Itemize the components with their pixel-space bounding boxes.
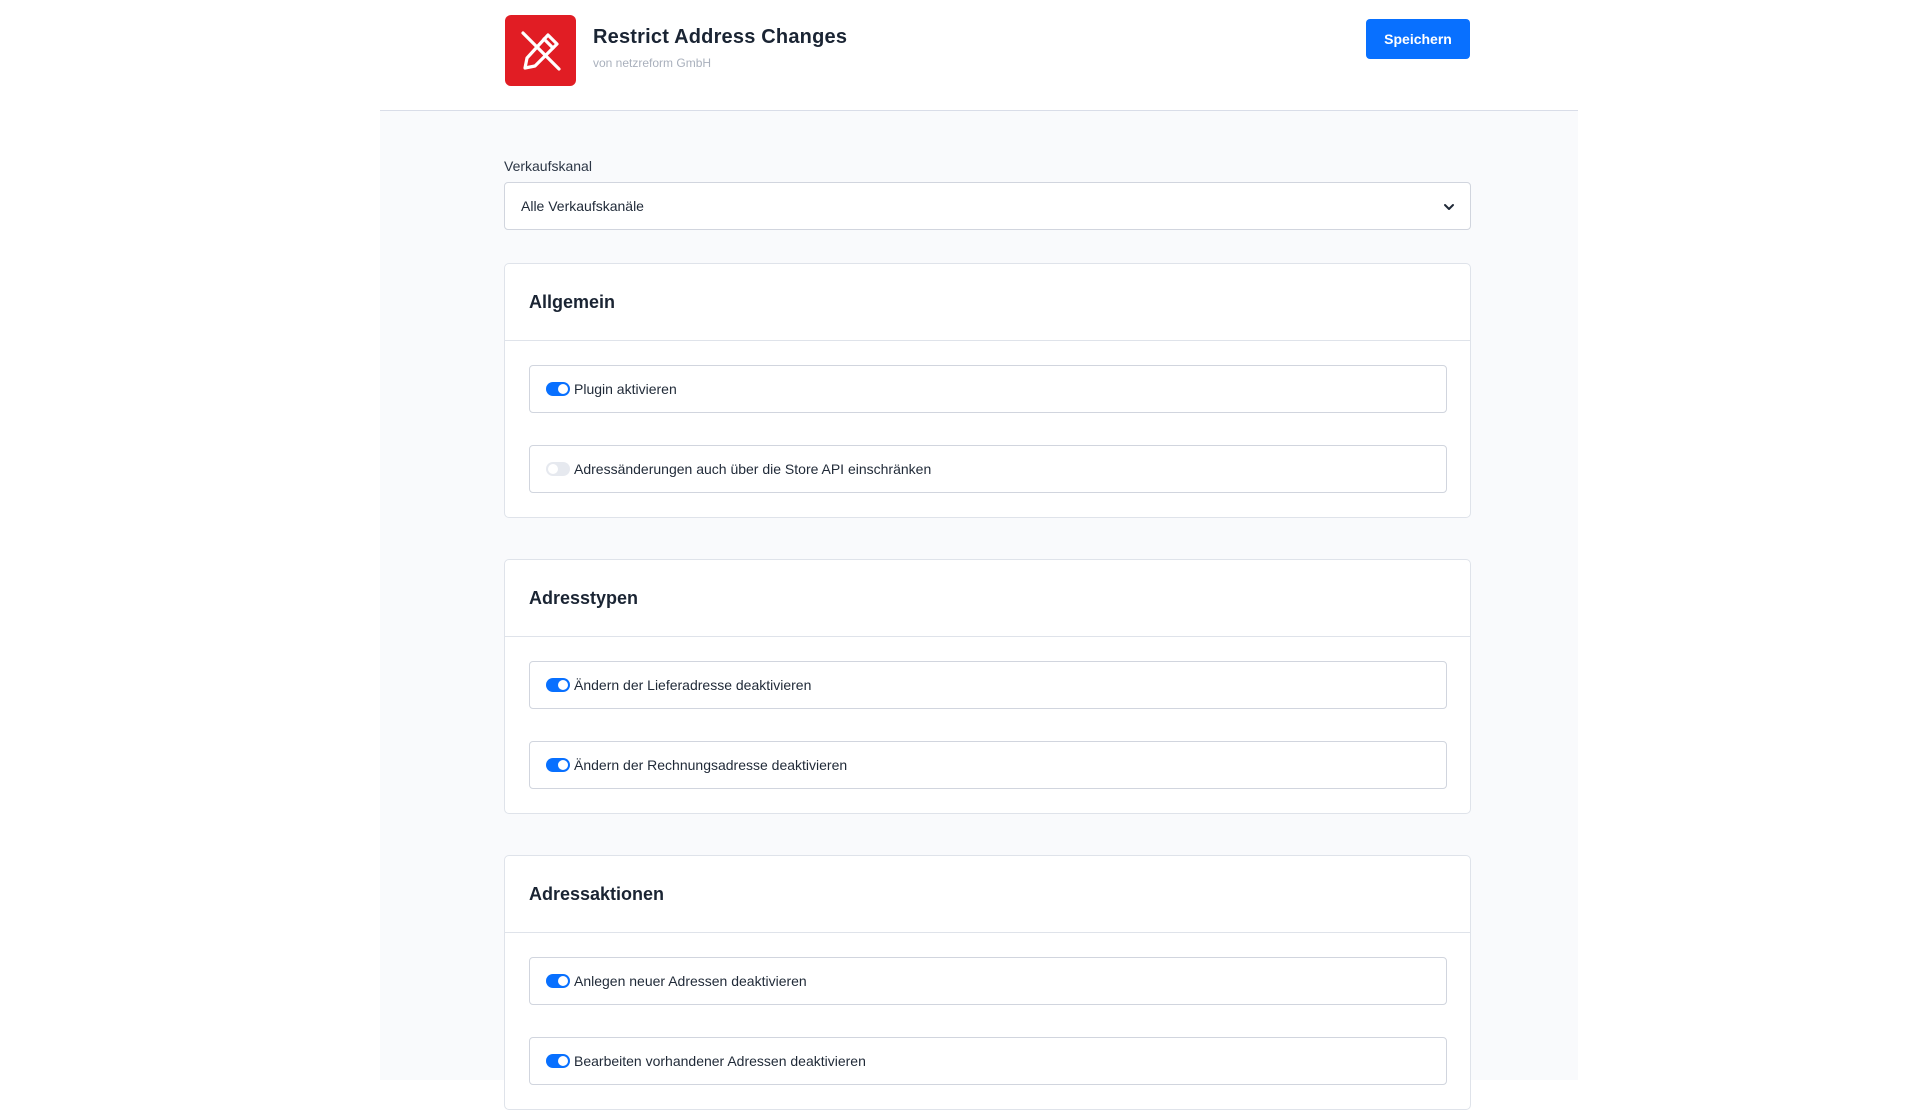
toggle-label: Ändern der Lieferadresse deaktivieren xyxy=(574,677,812,693)
card-address-actions: Adressaktionen Anlegen neuer Adressen de… xyxy=(504,855,1471,1110)
card-general: Allgemein Plugin aktivieren Adressänderu… xyxy=(504,263,1471,518)
pen-slash-icon xyxy=(505,15,576,86)
plugin-active-row: Plugin aktivieren xyxy=(529,365,1447,413)
store-api-restrict-switch[interactable] xyxy=(546,462,570,476)
disable-shipping-address-row: Ändern der Lieferadresse deaktivieren xyxy=(529,661,1447,709)
disable-billing-address-row: Ändern der Rechnungsadresse deaktivieren xyxy=(529,741,1447,789)
disable-new-address-row: Anlegen neuer Adressen deaktivieren xyxy=(529,957,1447,1005)
toggle-label: Anlegen neuer Adressen deaktivieren xyxy=(574,973,807,989)
chevron-down-icon xyxy=(1444,204,1454,210)
disable-new-address-switch[interactable] xyxy=(546,974,570,988)
sales-channel-value: Alle Verkaufskanäle xyxy=(521,198,644,214)
sales-channel-select[interactable]: Alle Verkaufskanäle xyxy=(504,182,1471,230)
toggle-label: Ändern der Rechnungsadresse deaktivieren xyxy=(574,757,848,773)
disable-edit-address-switch[interactable] xyxy=(546,1054,570,1068)
plugin-active-switch[interactable] xyxy=(546,382,570,396)
disable-shipping-address-switch[interactable] xyxy=(546,678,570,692)
settings-page: Restrict Address Changes von netzreform … xyxy=(380,0,1578,1110)
toggle-label: Adressänderungen auch über die Store API… xyxy=(574,461,932,477)
save-button[interactable]: Speichern xyxy=(1366,19,1470,59)
sales-channel-label: Verkaufskanal xyxy=(504,158,592,174)
app-vendor: von netzreform GmbH xyxy=(593,56,712,70)
card-title: Allgemein xyxy=(505,264,1470,341)
store-api-restrict-row: Adressänderungen auch über die Store API… xyxy=(529,445,1447,493)
card-address-types: Adresstypen Ändern der Lieferadresse dea… xyxy=(504,559,1471,814)
disable-edit-address-row: Bearbeiten vorhandener Adressen deaktivi… xyxy=(529,1037,1447,1085)
card-title: Adressaktionen xyxy=(505,856,1470,933)
toggle-label: Bearbeiten vorhandener Adressen deaktivi… xyxy=(574,1053,866,1069)
toggle-label: Plugin aktivieren xyxy=(574,381,677,397)
main-content: Verkaufskanal Alle Verkaufskanäle Allgem… xyxy=(504,158,1471,1110)
app-title: Restrict Address Changes xyxy=(593,26,848,48)
top-bar: Restrict Address Changes von netzreform … xyxy=(380,0,1578,111)
card-title: Adresstypen xyxy=(505,560,1470,637)
disable-billing-address-switch[interactable] xyxy=(546,758,570,772)
